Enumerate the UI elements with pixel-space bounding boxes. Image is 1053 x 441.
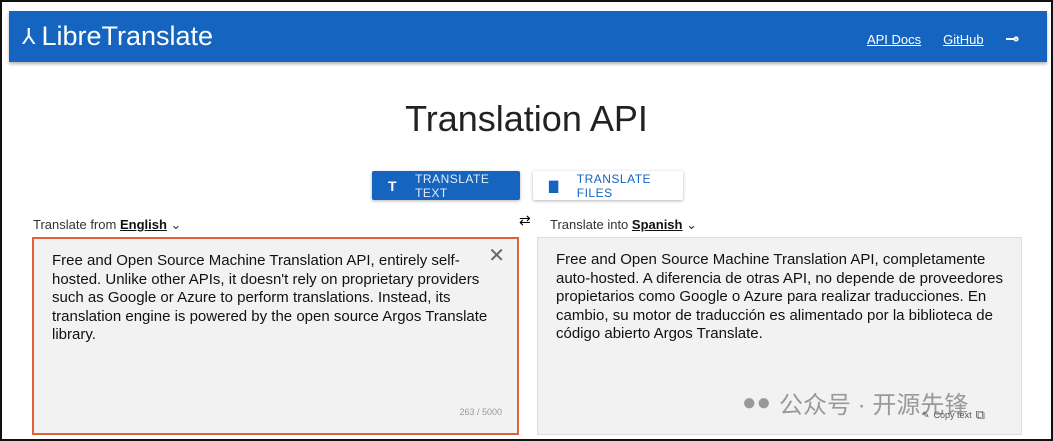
tab-label: TRANSLATE TEXT [415,171,490,200]
api-docs-link[interactable]: API Docs [867,32,921,47]
translate-files-tab[interactable]: ▇ TRANSLATE FILES [533,171,683,200]
char-count: 263 / 5000 [459,406,502,417]
source-text: Free and Open Source Machine Translation… [52,252,488,343]
translate-text-tab[interactable]: T TRANSLATE TEXT [372,171,520,200]
target-language-select[interactable]: Translate into Spanish ⌄ [550,217,697,233]
wechat-icon: ●● [742,388,771,416]
source-textarea[interactable]: Free and Open Source Machine Translation… [32,237,519,435]
chevron-down-icon: ⌄ [686,217,698,232]
source-lang: English [119,217,167,232]
chevron-down-icon: ⌄ [170,217,182,232]
brand-name: LibreTranslate [41,21,214,51]
top-bar: ⅄ LibreTranslate API Docs GitHub ⊸ [9,11,1047,62]
swap-languages-icon[interactable]: ⇄ [519,212,531,229]
source-language-select[interactable]: Translate from English ⌄ [33,217,181,233]
key-icon[interactable]: ⊸ [1006,29,1019,49]
brand-logo[interactable]: ⅄ LibreTranslate [22,21,213,52]
copy-button[interactable]: ✎ Copy text ⧉ [922,407,985,423]
copy-label: Copy text [933,410,972,420]
target-lang: Spanish [631,217,683,232]
label: Translate from [33,217,117,232]
github-link[interactable]: GitHub [943,32,983,47]
tab-label: TRANSLATE FILES [576,171,652,200]
text-icon: T [388,177,398,194]
label: Translate into [550,217,629,232]
clear-icon[interactable]: ✕ [488,246,505,265]
pencil-icon: ✎ [922,409,930,420]
file-icon: ▇ [549,178,559,193]
page-title: Translation API [405,98,648,139]
logo-icon: ⅄ [22,23,36,49]
copy-icon: ⧉ [975,407,985,422]
target-text: Free and Open Source Machine Translation… [556,251,1003,342]
